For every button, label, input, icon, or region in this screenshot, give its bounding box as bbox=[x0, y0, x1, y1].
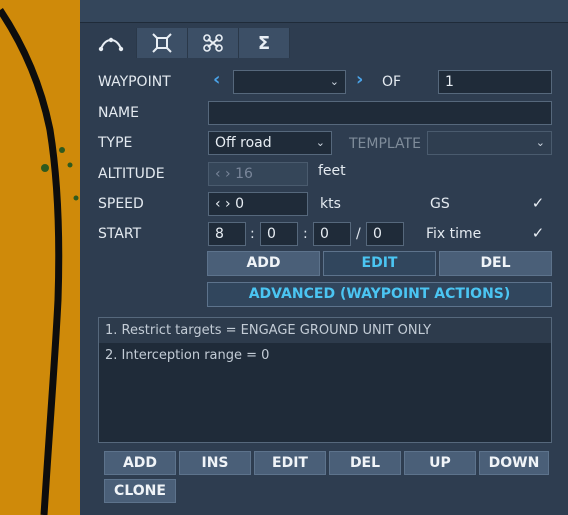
start-minutes-field[interactable]: 0 bbox=[260, 222, 298, 246]
delete-waypoint-button[interactable]: DEL bbox=[439, 251, 552, 276]
sigma-icon: Σ bbox=[257, 32, 271, 54]
altitude-unit: feet bbox=[318, 163, 346, 179]
start-label: START bbox=[98, 226, 142, 242]
type-select[interactable]: Off road ⌄ bbox=[208, 131, 332, 155]
tab-drones[interactable] bbox=[188, 28, 239, 58]
of-label: OF bbox=[382, 74, 402, 90]
tab-targets[interactable] bbox=[137, 28, 188, 58]
list-item[interactable]: 2. Interception range = 0 bbox=[99, 343, 551, 368]
waypoint-select[interactable]: ⌄ bbox=[233, 70, 346, 94]
map-view[interactable] bbox=[0, 0, 80, 515]
drone-icon bbox=[203, 34, 223, 52]
speed-label: SPEED bbox=[98, 196, 144, 212]
altitude-value: 16 bbox=[235, 166, 253, 182]
chevron-down-icon: ⌄ bbox=[329, 75, 339, 88]
altitude-stepper-icon[interactable]: ‹ › bbox=[215, 166, 231, 182]
action-insert-button[interactable]: INS bbox=[179, 451, 251, 475]
template-label: TEMPLATE bbox=[349, 136, 421, 152]
template-select[interactable]: ⌄ bbox=[427, 131, 552, 155]
actions-list[interactable]: 1. Restrict targets = ENGAGE GROUND UNIT… bbox=[98, 317, 552, 443]
panel-title-bar bbox=[80, 0, 568, 23]
fix-time-label: Fix time bbox=[426, 226, 482, 242]
advanced-actions-button[interactable]: ADVANCED (WAYPOINT ACTIONS) bbox=[207, 282, 552, 307]
action-add-button[interactable]: ADD bbox=[104, 451, 176, 475]
chevron-down-icon: ⌄ bbox=[315, 136, 325, 149]
tab-waypoints[interactable] bbox=[86, 28, 137, 58]
start-hours-field[interactable]: 8 bbox=[208, 222, 246, 246]
fix-time-checkbox[interactable]: ✓ bbox=[528, 223, 548, 243]
type-label: TYPE bbox=[98, 135, 133, 151]
checkmark-icon: ✓ bbox=[531, 224, 545, 242]
speed-field[interactable]: ‹ › 0 bbox=[208, 192, 308, 216]
list-item[interactable]: 1. Restrict targets = ENGAGE GROUND UNIT… bbox=[99, 318, 551, 343]
action-edit-button[interactable]: EDIT bbox=[254, 451, 326, 475]
start-frames-field[interactable]: 0 bbox=[366, 222, 404, 246]
speed-unit: kts bbox=[320, 196, 341, 212]
altitude-label: ALTITUDE bbox=[98, 166, 165, 182]
time-separator: : bbox=[303, 226, 308, 242]
speed-value: 0 bbox=[235, 196, 245, 212]
chevron-down-icon: ⌄ bbox=[535, 136, 545, 149]
waypoint-label: WAYPOINT bbox=[98, 74, 171, 90]
action-delete-button[interactable]: DEL bbox=[329, 451, 401, 475]
waypoint-form: WAYPOINT ‹ ⌄ › OF 1 NAME TYPE Off road ⌄ … bbox=[86, 58, 564, 515]
type-select-value: Off road bbox=[215, 135, 272, 151]
mission-editor-panel: Σ WAYPOINT ‹ ⌄ › OF 1 NAME TYPE Off road… bbox=[80, 0, 568, 515]
altitude-field[interactable]: ‹ › 16 bbox=[208, 162, 308, 186]
panel-tabs: Σ bbox=[86, 28, 290, 58]
gs-label: GS bbox=[430, 196, 450, 212]
gs-checkbox[interactable]: ✓ bbox=[528, 193, 548, 213]
prev-waypoint-icon[interactable]: ‹ bbox=[213, 69, 220, 91]
tab-summary[interactable]: Σ bbox=[239, 28, 290, 58]
name-label: NAME bbox=[98, 105, 139, 121]
name-field[interactable] bbox=[208, 101, 552, 125]
waypoint-path-icon bbox=[98, 37, 124, 52]
checkmark-icon: ✓ bbox=[531, 194, 545, 212]
speed-stepper-icon[interactable]: ‹ › bbox=[215, 196, 231, 212]
edit-waypoint-button[interactable]: EDIT bbox=[323, 251, 436, 276]
time-separator: / bbox=[356, 226, 361, 242]
time-separator: : bbox=[250, 226, 255, 242]
add-waypoint-button[interactable]: ADD bbox=[207, 251, 320, 276]
map-route-line bbox=[0, 8, 79, 515]
action-clone-button[interactable]: CLONE bbox=[104, 479, 176, 503]
start-seconds-field[interactable]: 0 bbox=[313, 222, 351, 246]
next-waypoint-icon[interactable]: › bbox=[356, 69, 363, 91]
waypoint-count-field[interactable]: 1 bbox=[438, 70, 552, 94]
target-box-icon bbox=[152, 33, 172, 53]
action-up-button[interactable]: UP bbox=[404, 451, 476, 475]
action-down-button[interactable]: DOWN bbox=[479, 451, 549, 475]
